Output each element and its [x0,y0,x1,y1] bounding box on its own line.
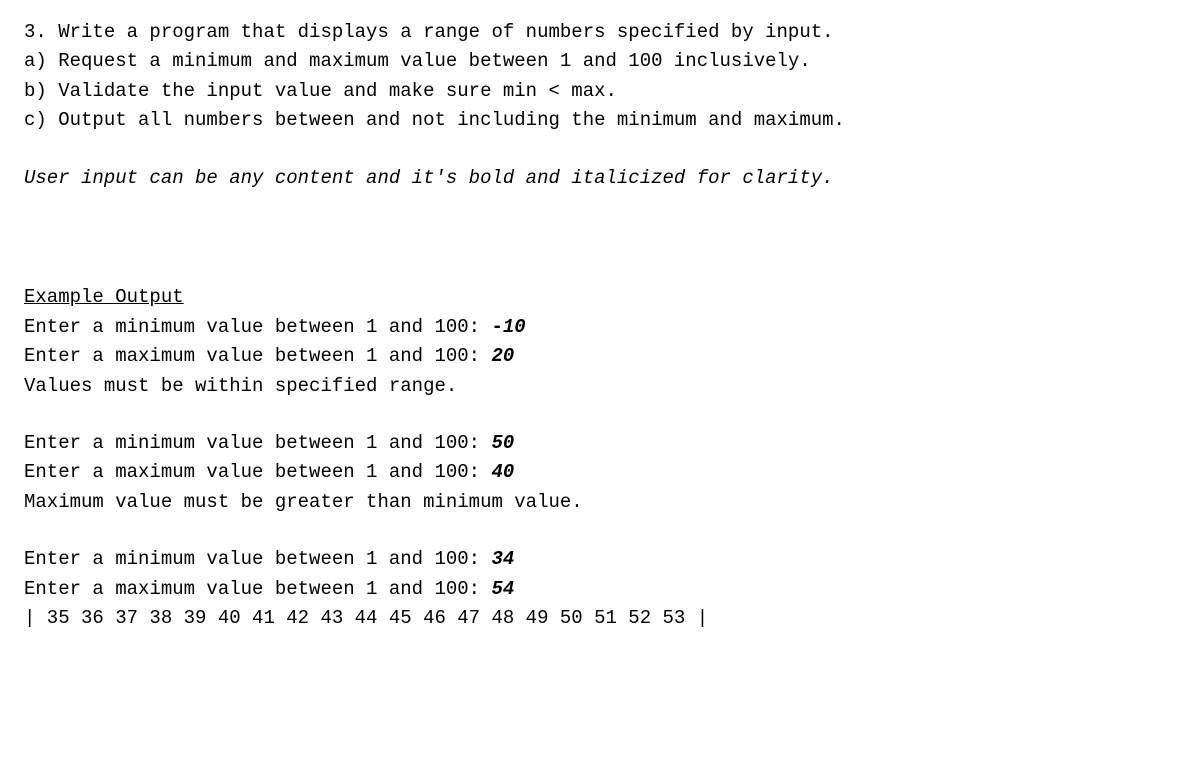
user-input: 20 [491,345,514,367]
attempt-2-min: Enter a minimum value between 1 and 100:… [24,429,1176,458]
spacer [24,136,1176,164]
prompt-text: Enter a maximum value between 1 and 100: [24,461,491,483]
user-input: 34 [491,548,514,570]
problem-title: 3. Write a program that displays a range… [24,18,1176,47]
user-input: 40 [491,461,514,483]
attempt-3-result: | 35 36 37 38 39 40 41 42 43 44 45 46 47… [24,604,1176,633]
user-input: 50 [491,432,514,454]
problem-part-a: a) Request a minimum and maximum value b… [24,47,1176,76]
prompt-text: Enter a maximum value between 1 and 100: [24,345,491,367]
spacer [24,517,1176,545]
spacer [24,193,1176,283]
prompt-text: Enter a maximum value between 1 and 100: [24,578,491,600]
user-input: -10 [491,316,525,338]
attempt-1-min: Enter a minimum value between 1 and 100:… [24,313,1176,342]
user-input: 54 [491,578,514,600]
example-heading: Example Output [24,283,1176,312]
problem-part-b: b) Validate the input value and make sur… [24,77,1176,106]
attempt-3-max: Enter a maximum value between 1 and 100:… [24,575,1176,604]
problem-part-c: c) Output all numbers between and not in… [24,106,1176,135]
attempt-1-result: Values must be within specified range. [24,372,1176,401]
attempt-2-result: Maximum value must be greater than minim… [24,488,1176,517]
prompt-text: Enter a minimum value between 1 and 100: [24,316,491,338]
attempt-3-min: Enter a minimum value between 1 and 100:… [24,545,1176,574]
spacer [24,401,1176,429]
prompt-text: Enter a minimum value between 1 and 100: [24,548,491,570]
problem-note: User input can be any content and it's b… [24,164,1176,193]
attempt-2-max: Enter a maximum value between 1 and 100:… [24,458,1176,487]
attempt-1-max: Enter a maximum value between 1 and 100:… [24,342,1176,371]
prompt-text: Enter a minimum value between 1 and 100: [24,432,491,454]
